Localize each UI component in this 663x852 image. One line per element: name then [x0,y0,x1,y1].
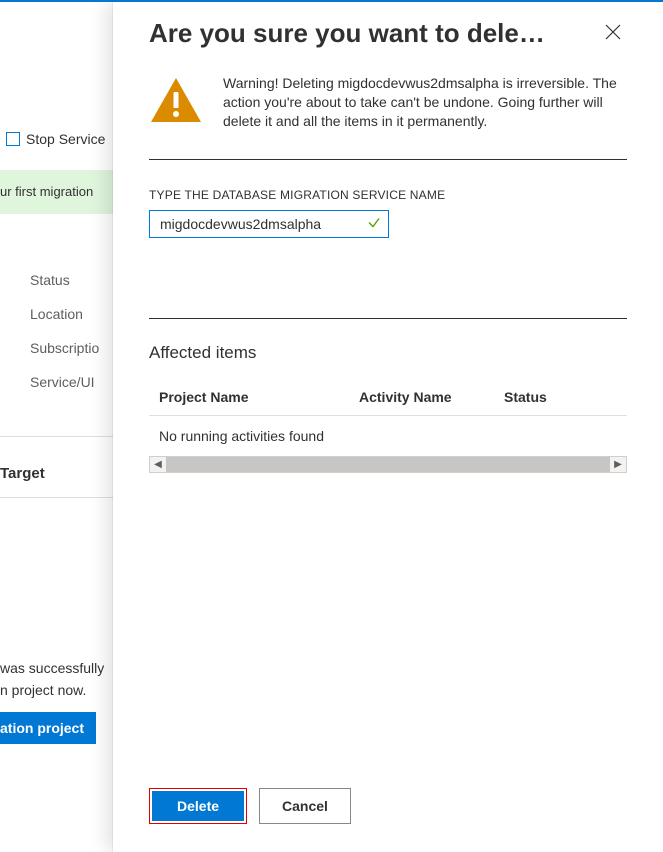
panel-title: Are you sure you want to dele… [149,16,583,50]
column-activity-name[interactable]: Activity Name [359,389,504,405]
affected-items-header: Affected items [149,343,627,363]
panel-footer: Delete Cancel [113,778,663,852]
column-project-name[interactable]: Project Name [159,389,359,405]
detail-status: Status [30,272,99,288]
grid-empty-message: No running activities found [149,416,627,456]
top-accent-bar [0,0,663,2]
detail-service-ui: Service/UI [30,374,99,390]
close-icon [605,24,621,40]
confirm-delete-panel: Are you sure you want to dele… Warning! … [113,2,663,852]
success-message: was successfully n project now. [0,657,104,701]
focus-indicator: Delete [149,788,247,824]
cancel-button[interactable]: Cancel [259,788,351,824]
divider [149,159,627,160]
service-name-input[interactable] [149,210,389,238]
stop-service-label: Stop Service [26,131,105,147]
detail-subscription: Subscriptio [30,340,99,356]
divider [149,318,627,319]
column-status[interactable]: Status [504,389,604,405]
close-button[interactable] [599,18,627,49]
service-name-label: TYPE THE DATABASE MIGRATION SERVICE NAME [149,188,627,202]
affected-items-grid: Project Name Activity Name Status No run… [149,377,627,473]
scroll-left-icon[interactable]: ◀ [150,457,166,472]
scroll-right-icon[interactable]: ▶ [610,457,626,472]
stop-icon [6,132,20,146]
grid-header-row: Project Name Activity Name Status [149,377,627,416]
detail-location: Location [30,306,99,322]
warning-message: Warning! Deleting migdocdevwus2dmsalpha … [223,74,627,131]
resource-details: Status Location Subscriptio Service/UI [30,272,99,408]
scroll-track[interactable] [166,457,610,472]
horizontal-scrollbar[interactable]: ◀ ▶ [149,456,627,473]
delete-button[interactable]: Delete [152,791,244,821]
migration-project-button[interactable]: ation project [0,712,96,744]
stop-service-command[interactable]: Stop Service [6,131,105,147]
warning-icon [149,76,203,124]
